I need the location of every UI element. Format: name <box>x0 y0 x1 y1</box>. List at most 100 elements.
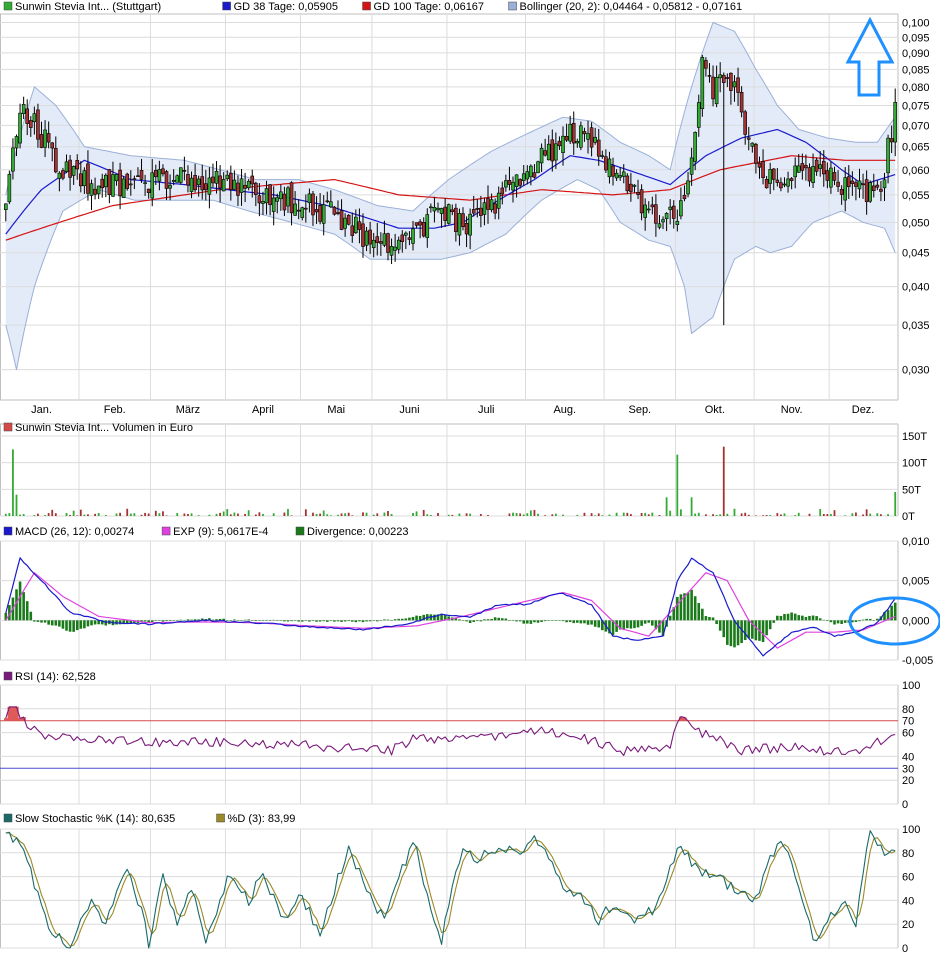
candle-body-64 <box>232 179 237 190</box>
divergence-bar-10 <box>40 620 43 623</box>
divergence-bar-197 <box>708 617 711 621</box>
candle-body-169 <box>607 158 612 178</box>
divergence-bar-130 <box>468 620 472 623</box>
candle-body-40 <box>146 188 151 193</box>
divergence-bar-107 <box>386 619 390 621</box>
stoch-legend-swatch-1 <box>216 813 225 823</box>
candle-body-132 <box>475 208 480 210</box>
volume-bar-114 <box>412 512 414 516</box>
candle-body-153 <box>550 139 555 162</box>
divergence-bar-241 <box>865 618 868 621</box>
candle-body-127 <box>457 213 462 236</box>
candle-body-76 <box>275 197 280 202</box>
candle-body-239 <box>857 180 862 190</box>
divergence-bar-111 <box>400 618 404 621</box>
rsi-overbought-fill-2 <box>11 706 16 721</box>
divergence-bar-99 <box>358 620 361 622</box>
divergence-bar-227 <box>815 616 818 621</box>
bollinger-band-layer <box>5 22 896 370</box>
month-label-6: Juli <box>478 404 495 416</box>
candle-body-246 <box>882 179 887 189</box>
volume-bar-14 <box>54 513 57 516</box>
volume-ytick-1: 100T <box>902 458 927 470</box>
candle-body-98 <box>354 216 358 234</box>
volume-bar-198 <box>712 514 714 516</box>
volume-bar-94 <box>340 513 343 516</box>
divergence-bar-11 <box>43 620 47 623</box>
volume-bar-202 <box>726 513 729 516</box>
candle-body-143 <box>514 174 519 187</box>
divergence-bar-5 <box>22 592 25 621</box>
candle-body-131 <box>471 209 476 214</box>
volume-bar-135 <box>487 515 489 516</box>
candle-body-223 <box>800 163 805 171</box>
divergence-bar-164 <box>590 620 593 625</box>
candle-body-9 <box>36 109 40 140</box>
candle-body-13 <box>50 142 55 149</box>
candle-body-138 <box>496 192 501 209</box>
candle-body-84 <box>304 207 308 210</box>
candle-body-18 <box>68 159 72 178</box>
candle-body-207 <box>743 111 747 135</box>
candle-body-159 <box>571 122 576 144</box>
candle-body-122 <box>439 208 444 214</box>
divergence-bar-64 <box>233 619 236 621</box>
volume-bar-164 <box>590 513 593 516</box>
price-ytick-2: 0,090 <box>902 48 930 60</box>
divergence-bar-156 <box>561 620 565 622</box>
volume-bar-72 <box>262 513 264 516</box>
divergence-bar-42 <box>154 620 158 621</box>
volume-bar-237 <box>851 513 854 516</box>
price-ytick-11: 0,045 <box>902 248 930 260</box>
candle-body-194 <box>696 102 701 128</box>
volume-bar-93 <box>337 514 339 516</box>
divergence-bar-186 <box>668 615 672 621</box>
volume-bar-20 <box>76 515 79 516</box>
divergence-bar-85 <box>308 620 311 622</box>
candle-body-213 <box>764 178 769 189</box>
volume-bar-204 <box>733 508 736 516</box>
volume-bar-43 <box>158 513 161 516</box>
candle-body-29 <box>107 169 112 196</box>
volume-bar-148 <box>533 509 536 516</box>
divergence-bar-46 <box>168 620 172 621</box>
candle-body-44 <box>161 168 165 175</box>
volume-bar-229 <box>822 514 825 516</box>
price-ytick-10: 0,050 <box>902 217 930 229</box>
divergence-bar-20 <box>75 620 79 631</box>
rsi-ytick-7: 0 <box>902 799 908 811</box>
candle-body-12 <box>46 133 51 143</box>
divergence-bar-100 <box>361 620 365 623</box>
divergence-bar-81 <box>293 620 297 621</box>
candle-body-31 <box>114 174 119 182</box>
volume-bar-153 <box>551 514 554 516</box>
month-label-11: Dez. <box>852 404 875 416</box>
divergence-bar-69 <box>250 620 254 621</box>
candle-body-164 <box>589 127 594 148</box>
divergence-bar-65 <box>236 620 240 621</box>
rsi-ytick-3: 60 <box>902 728 914 740</box>
candle-body-89 <box>321 204 326 224</box>
price-legend-label-3: Bollinger (20, 2): 0,04464 - 0,05812 - 0… <box>520 1 743 13</box>
candle-body-130 <box>468 213 472 236</box>
candle-body-86 <box>311 193 315 216</box>
volume-bar-196 <box>704 514 707 516</box>
candle-body-110 <box>396 239 401 250</box>
candle-body-6 <box>25 108 30 124</box>
candle-body-99 <box>357 221 362 230</box>
candle-body-197 <box>707 75 712 77</box>
volume-bar-62 <box>226 509 229 516</box>
volume-bar-217 <box>780 514 782 516</box>
divergence-bar-73 <box>265 620 268 621</box>
candle-body-228 <box>818 164 823 169</box>
volume-bar-225 <box>808 513 811 516</box>
volume-bar-228 <box>819 509 822 516</box>
candle-body-20 <box>75 160 80 170</box>
divergence-bar-188 <box>676 596 679 621</box>
divergence-bar-105 <box>379 620 383 621</box>
bollinger-band-area <box>5 22 896 370</box>
candle-body-24 <box>89 183 94 196</box>
divergence-bar-207 <box>743 620 747 641</box>
divergence-bar-163 <box>586 620 590 625</box>
candle-body-32 <box>118 169 122 197</box>
